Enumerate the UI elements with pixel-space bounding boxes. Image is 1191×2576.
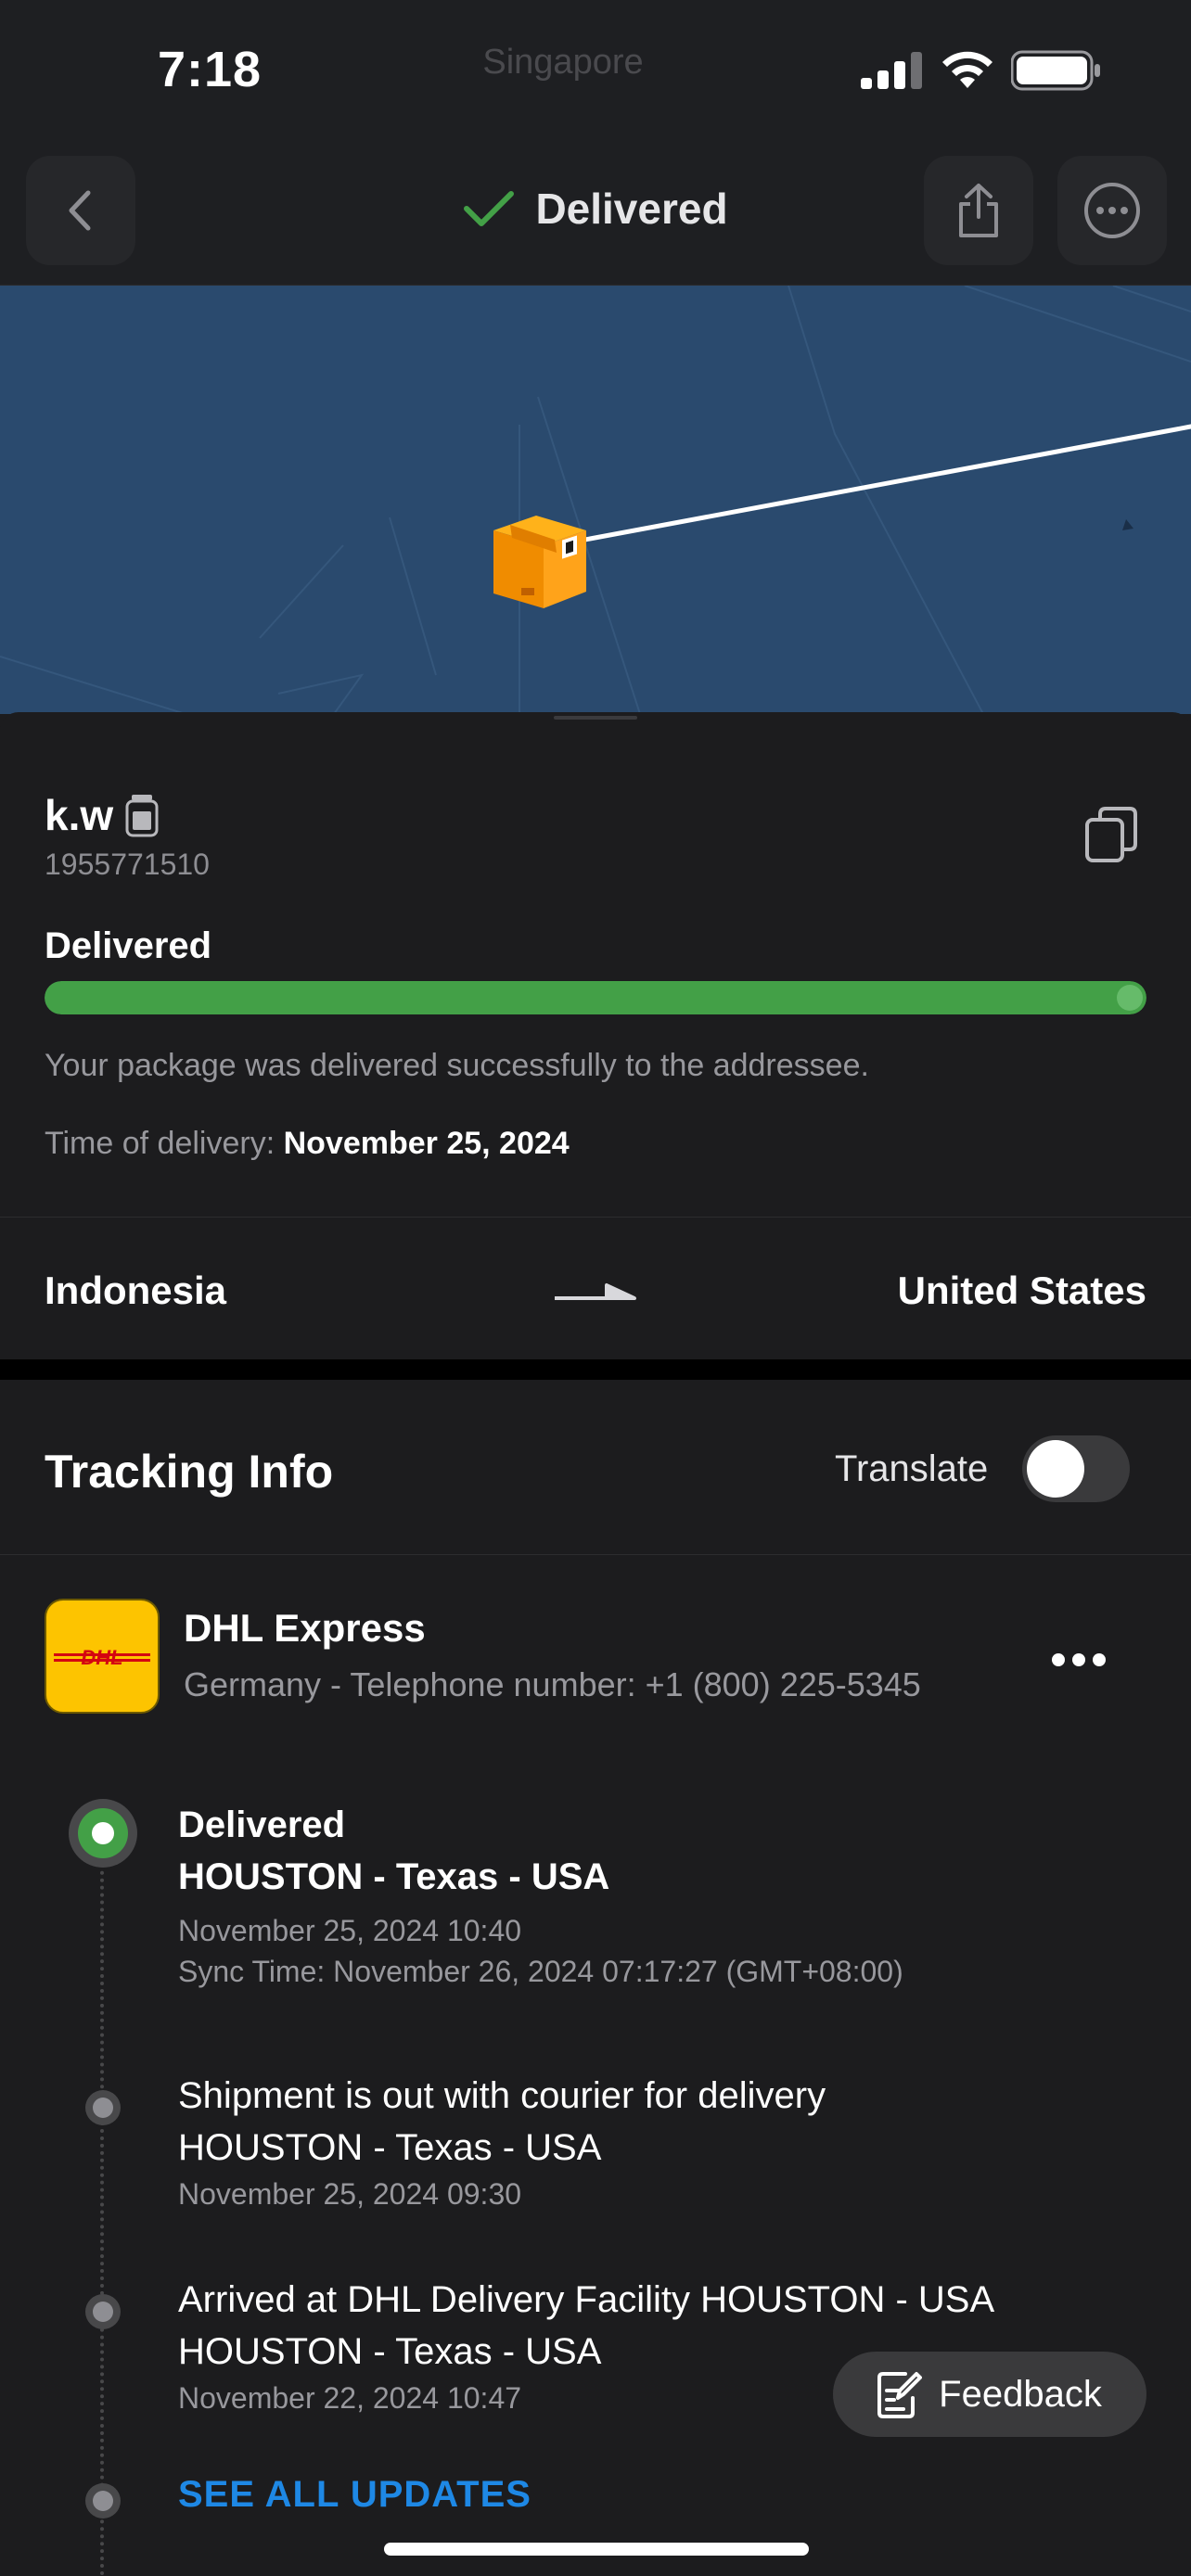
tracking-event: Shipment is out with courier for deliver…: [178, 2070, 826, 2214]
delivery-time-value: November 25, 2024: [283, 1126, 570, 1161]
event-location: HOUSTON - Texas - USA: [178, 2127, 602, 2168]
progress-fill: [45, 981, 1146, 1014]
carrier-more-icon[interactable]: [1048, 1649, 1109, 1671]
timeline-dot: [85, 2483, 121, 2519]
edit-note-icon: [877, 2372, 923, 2418]
status-icons: [861, 50, 1102, 91]
translate-toggle[interactable]: [1022, 1435, 1130, 1502]
sheet-grabber[interactable]: [554, 716, 637, 720]
divider: [0, 1554, 1191, 1555]
carrier-phone[interactable]: Germany - Telephone number: +1 (800) 225…: [184, 1665, 921, 1704]
dhl-logo[interactable]: DHL: [45, 1599, 160, 1714]
see-all-updates-link[interactable]: SEE ALL UPDATES: [178, 2474, 531, 2516]
delivery-time: Time of delivery: November 25, 2024: [45, 1126, 570, 1162]
event-date: November 25, 2024 09:30: [178, 2177, 522, 2211]
delivery-status-description: Your package was delivered successfully …: [45, 1048, 869, 1083]
delivery-time-label: Time of delivery:: [45, 1126, 275, 1161]
dhl-logo-icon: DHL: [54, 1646, 150, 1669]
carrier-name: DHL Express: [184, 1606, 426, 1650]
more-options-button[interactable]: [1057, 156, 1167, 265]
progress-knob: [1117, 985, 1143, 1011]
destination-country: United States: [897, 1269, 1146, 1312]
status-bar: 7:18 Singapore: [0, 0, 1191, 139]
event-status: Arrived at DHL Delivery Facility HOUSTON…: [178, 2279, 995, 2320]
share-button[interactable]: [924, 156, 1033, 265]
origin-country: Indonesia: [45, 1269, 227, 1312]
timeline-line: [100, 1834, 104, 2576]
feedback-button[interactable]: Feedback: [833, 2352, 1146, 2437]
checkmark-icon: [464, 191, 515, 226]
signal-icon: [861, 52, 922, 89]
divider: [0, 1217, 1191, 1218]
tracking-event: Delivered HOUSTON - Texas - USA November…: [178, 1799, 903, 1992]
more-circle-icon: [1084, 183, 1140, 238]
toggle-knob: [1027, 1440, 1084, 1498]
event-status: Delivered: [178, 1804, 346, 1845]
delivery-status-title: Delivered: [45, 925, 212, 966]
event-sync-time: Sync Time: November 26, 2024 07:17:27 (G…: [178, 1955, 903, 1988]
share-icon: [959, 184, 998, 237]
wifi-icon: [942, 51, 992, 88]
battery-icon: [1011, 50, 1100, 91]
home-indicator[interactable]: [384, 2543, 809, 2556]
nav-title-text: Delivered: [535, 185, 728, 233]
feedback-label: Feedback: [939, 2373, 1102, 2415]
tracking-number: 1955771510: [45, 848, 210, 881]
route-arrow-icon: [555, 1283, 636, 1300]
section-separator: [0, 1359, 1191, 1380]
package-name: k.w: [45, 791, 114, 839]
package-box-icon: [493, 516, 586, 608]
nav-bar: Delivered: [0, 139, 1191, 286]
event-status: Shipment is out with courier for deliver…: [178, 2075, 826, 2116]
timeline-dot: [85, 2294, 121, 2329]
copy-tracking-number-button[interactable]: [1083, 805, 1139, 864]
map-canvas: [0, 286, 1191, 714]
translate-label: Translate: [835, 1448, 989, 1489]
timeline-dot-active: [69, 1799, 137, 1868]
delivery-progress-bar: [45, 981, 1146, 1014]
copy-icon: [1085, 807, 1137, 862]
package-name-row: k.w: [45, 790, 160, 840]
package-detail-sheet: k.w 1955771510 Delivered Your package wa…: [0, 712, 1191, 1361]
tracking-info-title: Tracking Info: [45, 1446, 334, 1498]
timeline-dot: [85, 2090, 121, 2125]
tracking-info-section: Tracking Info Translate DHL DHL Express …: [0, 1380, 1191, 2576]
svg-text:DHL: DHL: [81, 1646, 122, 1669]
event-location: HOUSTON - Texas - USA: [178, 1856, 610, 1897]
event-date: November 25, 2024 10:40: [178, 1914, 522, 1947]
route-map[interactable]: [0, 286, 1191, 714]
jar-icon: [125, 795, 159, 837]
